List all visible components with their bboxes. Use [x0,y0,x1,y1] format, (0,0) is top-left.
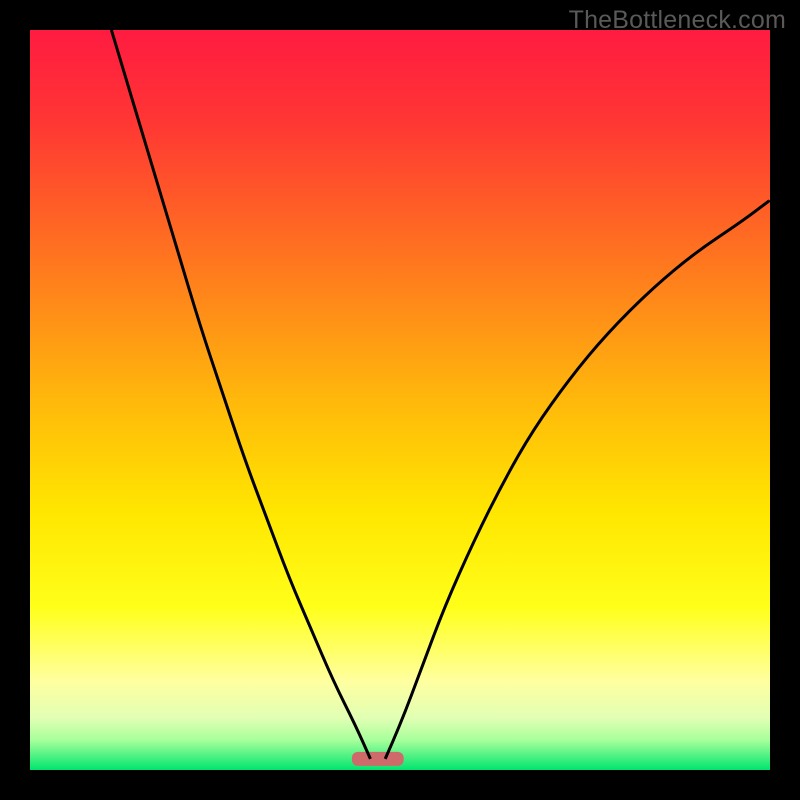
chart-frame: TheBottleneck.com [0,0,800,800]
plot-svg [30,30,770,770]
plot-area [30,30,770,770]
watermark-text: TheBottleneck.com [569,6,786,35]
bottleneck-marker [352,752,404,766]
gradient-background [30,30,770,770]
